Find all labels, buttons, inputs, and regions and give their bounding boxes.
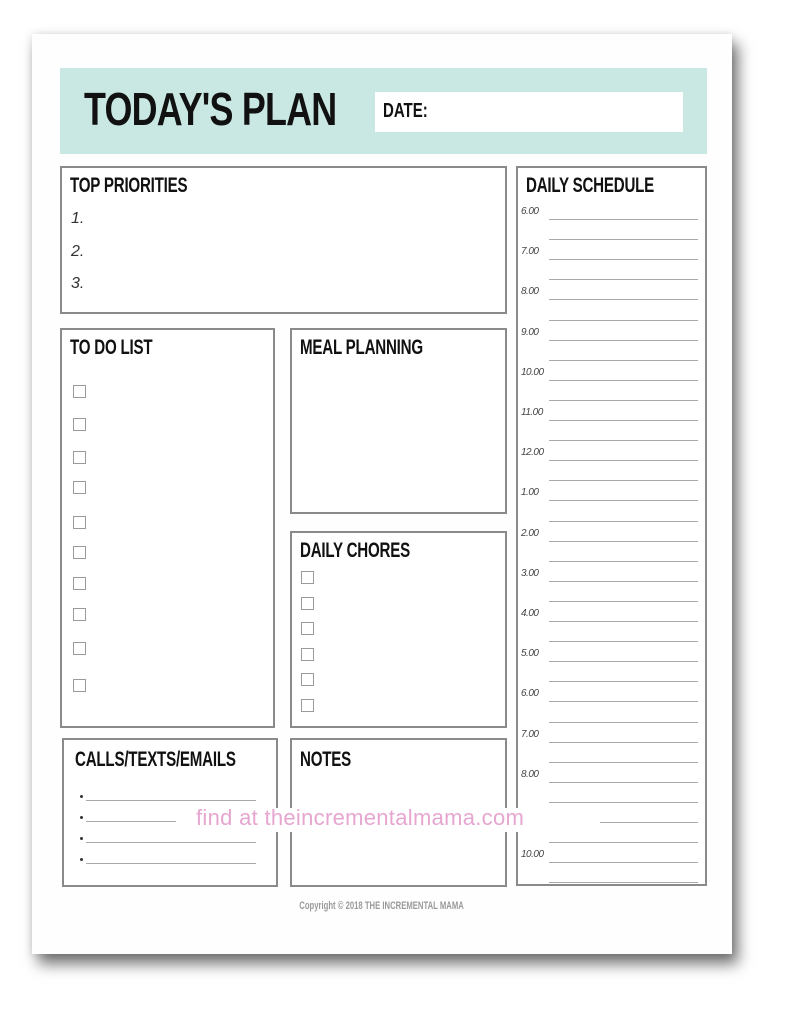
schedule-hour-line[interactable] <box>549 540 698 542</box>
date-field[interactable]: DATE: <box>375 92 683 132</box>
schedule-hour-line[interactable] <box>549 781 698 783</box>
top-priorities-title: TOP PRIORITIES <box>70 174 188 197</box>
schedule-half-hour-line[interactable] <box>549 279 698 281</box>
notes-title: NOTES <box>300 748 352 771</box>
schedule-hour-label: 1.00 <box>521 487 539 499</box>
schedule-half-hour-line[interactable] <box>549 600 698 602</box>
chore-checkbox[interactable] <box>301 698 314 712</box>
call-bullet <box>80 795 83 798</box>
todo-checkbox[interactable] <box>73 608 86 621</box>
schedule-hour-line[interactable] <box>549 741 698 743</box>
schedule-hour-label: 5.00 <box>521 648 539 660</box>
todo-checkbox[interactable] <box>73 516 86 529</box>
schedule-hour-label: 8.00 <box>521 286 539 298</box>
todo-checkbox[interactable] <box>73 481 86 494</box>
schedule-hour-label: 4.00 <box>521 608 539 619</box>
schedule-hour-line[interactable] <box>549 219 698 220</box>
schedule-half-hour-line[interactable] <box>549 882 698 884</box>
schedule-hour-label: 11.00 <box>521 407 543 418</box>
todo-checkbox[interactable] <box>73 679 86 692</box>
schedule-hour-line[interactable] <box>549 299 698 301</box>
copyright-label: Copyright © 2018 THE INCREMENTAL MAMA <box>299 900 465 912</box>
chore-checkbox[interactable] <box>301 673 314 686</box>
todo-checkbox[interactable] <box>73 577 86 590</box>
schedule-half-hour-line[interactable] <box>549 480 698 482</box>
schedule-hour-label: 6.00 <box>521 206 539 217</box>
schedule-hour-label: 2.00 <box>521 527 539 539</box>
chore-checkbox[interactable] <box>301 571 314 584</box>
chore-checkbox[interactable] <box>301 596 314 610</box>
schedule-hour-line[interactable] <box>549 701 698 703</box>
schedule-hour-line[interactable] <box>549 259 698 261</box>
schedule-hour-label: 3.00 <box>521 567 539 579</box>
schedule-hour-label: 12.00 <box>521 447 544 459</box>
date-label: DATE: <box>383 100 428 122</box>
calls-texts-emails-title: CALLS/TEXTS/EMAILS <box>75 748 236 771</box>
schedule-hour-label: 8.00 <box>521 768 539 780</box>
schedule-hour-label: 10.00 <box>521 366 544 378</box>
schedule-half-hour-line[interactable] <box>549 560 698 562</box>
todo-checkbox[interactable] <box>73 451 86 464</box>
top-priorities-box: TOP PRIORITIES 1. 2. 3. <box>60 166 507 314</box>
schedule-half-hour-line[interactable] <box>549 641 698 643</box>
schedule-hour-label: 10.00 <box>521 849 544 861</box>
daily-chores-box: DAILY CHORES <box>290 531 507 728</box>
schedule-half-hour-line[interactable] <box>549 440 698 442</box>
schedule-hour-label: 7.00 <box>521 246 539 258</box>
schedule-half-hour-line[interactable] <box>549 761 698 763</box>
schedule-hour-label: 7.00 <box>521 728 539 740</box>
todo-list-title: TO DO LIST <box>70 336 153 359</box>
todo-checkbox[interactable] <box>73 418 86 431</box>
call-entry-line[interactable] <box>86 821 176 822</box>
schedule-half-hour-line[interactable] <box>549 721 698 723</box>
page-title: TODAY'S PLAN <box>84 83 337 135</box>
schedule-half-hour-line[interactable] <box>549 681 698 683</box>
watermark-text: find at theincrementalmama.com <box>196 805 525 830</box>
chore-checkbox[interactable] <box>301 647 314 661</box>
daily-chores-title: DAILY CHORES <box>300 539 411 562</box>
schedule-half-hour-line[interactable] <box>549 399 698 401</box>
call-bullet <box>80 837 83 840</box>
schedule-hour-label: 9.00 <box>521 326 539 338</box>
call-entry-line[interactable] <box>86 842 256 843</box>
call-bullet <box>80 858 83 861</box>
todo-list-box: TO DO LIST <box>60 328 275 728</box>
schedule-hour-line[interactable] <box>549 379 698 381</box>
todo-checkbox[interactable] <box>73 642 86 655</box>
schedule-hour-line[interactable] <box>549 621 698 622</box>
schedule-hour-line[interactable] <box>549 500 698 502</box>
call-entry-line[interactable] <box>86 800 256 801</box>
schedule-half-hour-line[interactable] <box>549 801 698 803</box>
schedule-half-hour-line[interactable] <box>549 842 698 844</box>
schedule-hour-line[interactable] <box>549 460 698 462</box>
call-bullet <box>80 816 83 819</box>
meal-planning-box[interactable]: MEAL PLANNING <box>290 328 507 514</box>
call-entry-line[interactable] <box>86 863 256 864</box>
schedule-hour-line[interactable] <box>549 420 698 421</box>
todo-checkbox[interactable] <box>73 546 86 559</box>
schedule-hour-line[interactable] <box>549 339 698 341</box>
schedule-hour-line[interactable] <box>549 862 698 864</box>
todo-checkbox[interactable] <box>73 385 86 398</box>
copyright-text: Copyright © 2018 THE INCREMENTAL MAMA <box>32 900 732 912</box>
daily-schedule-title: DAILY SCHEDULE <box>526 174 655 197</box>
schedule-half-hour-line[interactable] <box>549 239 698 241</box>
priority-item-1[interactable]: 1. <box>71 210 84 228</box>
chore-checkbox[interactable] <box>301 622 314 635</box>
meal-planning-title: MEAL PLANNING <box>300 336 423 359</box>
schedule-half-hour-line[interactable] <box>549 319 698 321</box>
schedule-half-hour-line[interactable] <box>549 359 698 361</box>
schedule-hour-line[interactable] <box>549 580 698 582</box>
schedule-hour-label: 6.00 <box>521 688 539 700</box>
schedule-hour-line[interactable] <box>549 661 698 663</box>
planner-page: TODAY'S PLAN DATE: TOP PRIORITIES 1. 2. … <box>32 34 732 954</box>
schedule-half-hour-line[interactable] <box>549 520 698 522</box>
priority-item-3[interactable]: 3. <box>71 275 84 293</box>
priority-item-2[interactable]: 2. <box>71 243 84 261</box>
daily-schedule-box: DAILY SCHEDULE 6.00 7.00 8.00 9.00 10.00 11.0… <box>516 166 707 886</box>
header-band: TODAY'S PLAN DATE: <box>60 68 707 154</box>
